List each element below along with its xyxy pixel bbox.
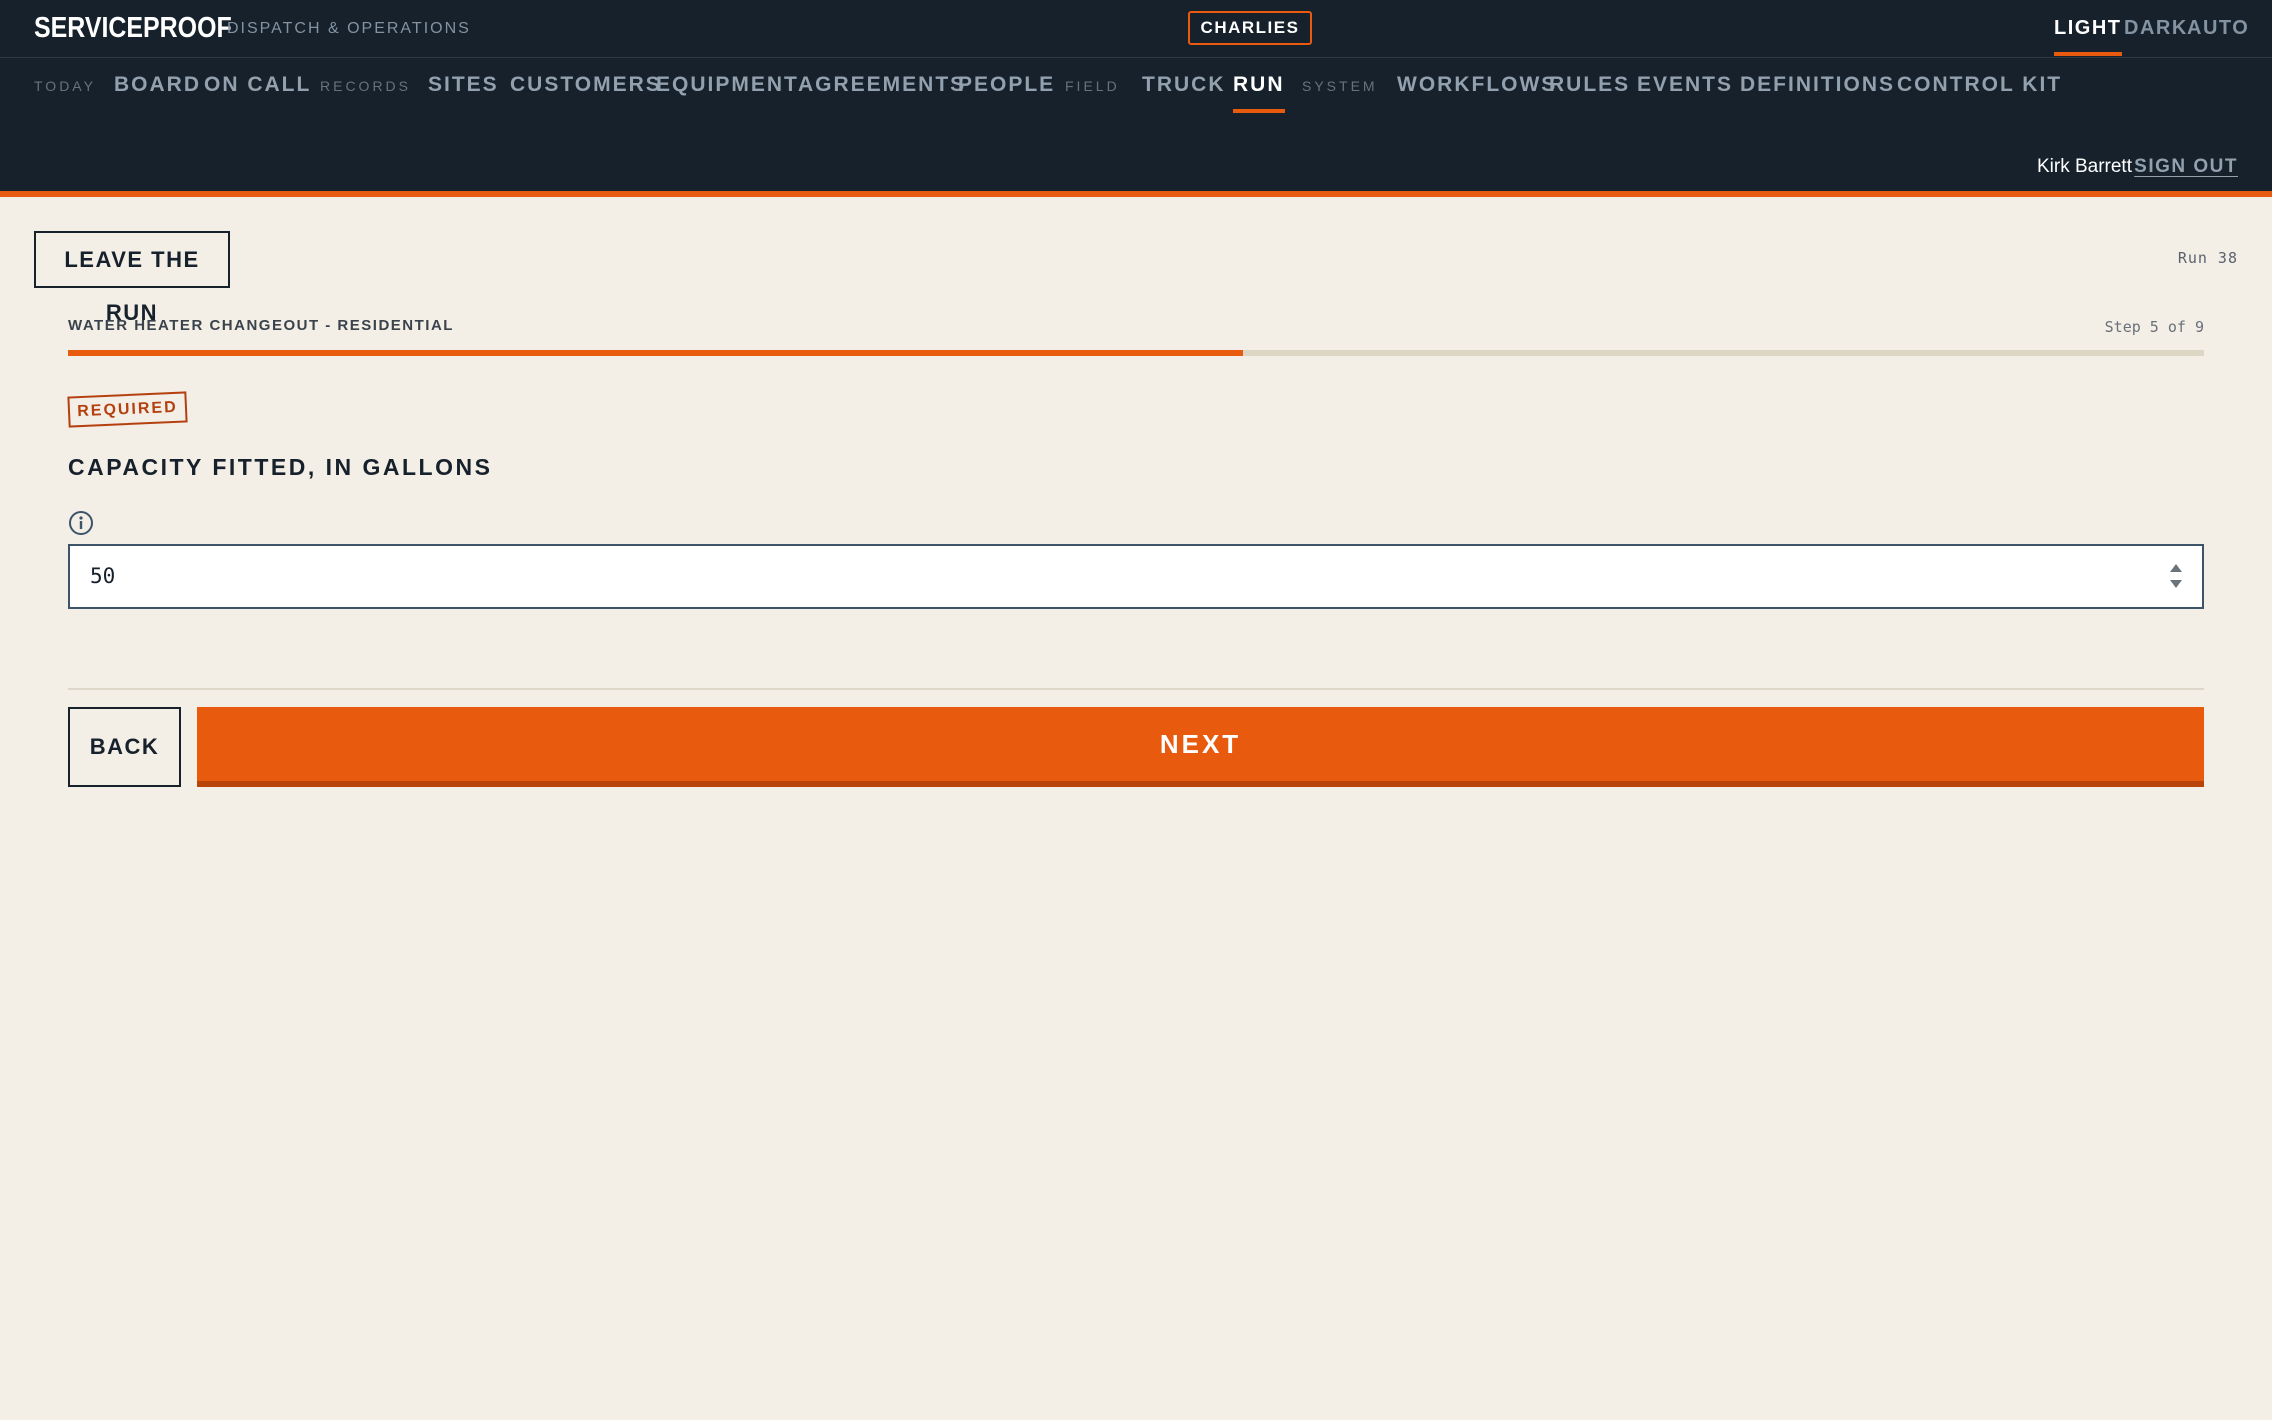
- nav-section-today: TODAY: [34, 78, 96, 94]
- nav-item-sites[interactable]: SITES: [428, 68, 499, 102]
- capacity-value[interactable]: 50: [90, 546, 115, 606]
- capacity-number-input[interactable]: 50: [68, 544, 2204, 609]
- brand-logo[interactable]: SERVICEPROOF: [34, 10, 232, 46]
- tenant-badge[interactable]: CHARLIES: [1188, 11, 1312, 45]
- nav-item-agreements[interactable]: AGREEMENTS: [798, 68, 966, 102]
- nav-item-on-call[interactable]: ON CALL: [204, 68, 311, 102]
- theme-auto-toggle[interactable]: AUTO: [2187, 14, 2249, 42]
- header-divider: [0, 57, 2272, 58]
- theme-dark-toggle[interactable]: DARK: [2124, 14, 2188, 42]
- run-id: Run 38: [2177, 249, 2238, 267]
- next-button[interactable]: NEXT: [197, 707, 2204, 787]
- nav-section-records: RECORDS: [320, 78, 412, 94]
- nav-item-run[interactable]: RUN: [1233, 68, 1285, 113]
- nav-item-truck[interactable]: TRUCK: [1142, 68, 1226, 102]
- top-bar: SERVICEPROOF DISPATCH & OPERATIONS CHARL…: [0, 0, 2272, 197]
- workflow-name: WATER HEATER CHANGEOUT - RESIDENTIAL: [68, 317, 454, 334]
- info-icon[interactable]: [68, 510, 94, 536]
- nav-item-control-kit[interactable]: CONTROL KIT: [1897, 68, 2062, 102]
- nav-item-people[interactable]: PEOPLE: [958, 68, 1055, 102]
- nav-item-equipment[interactable]: EQUIPMENT: [656, 68, 799, 102]
- nav-section-system: SYSTEM: [1302, 78, 1378, 94]
- required-badge: REQUIRED: [67, 391, 188, 428]
- step-progress-fill: [68, 350, 1243, 356]
- sign-out-link[interactable]: SIGN OUT: [2134, 156, 2238, 178]
- brand-subtitle: DISPATCH & OPERATIONS: [227, 20, 471, 37]
- nav-item-customers[interactable]: CUSTOMERS: [510, 68, 662, 102]
- nav-item-workflows[interactable]: WORKFLOWS: [1397, 68, 1557, 102]
- nav-item-rules[interactable]: RULES: [1549, 68, 1630, 102]
- leave-run-button[interactable]: LEAVE THE RUN: [34, 231, 230, 325]
- step-progress-bar: [68, 350, 2204, 356]
- nav-item-board[interactable]: BOARD: [114, 68, 201, 102]
- back-button[interactable]: BACK: [68, 707, 181, 787]
- user-name: Kirk Barrett: [2036, 156, 2132, 177]
- theme-light-toggle[interactable]: LIGHT: [2054, 14, 2122, 56]
- step-counter: Step 5 of 9: [2104, 318, 2204, 336]
- nav-item-definitions[interactable]: DEFINITIONS: [1740, 68, 1895, 102]
- question-label: CAPACITY FITTED, IN GALLONS: [68, 454, 493, 480]
- nav-section-field: FIELD: [1065, 78, 1120, 94]
- number-stepper-icon[interactable]: [2168, 560, 2184, 592]
- actions-divider: [68, 688, 2204, 690]
- main-nav: TODAY BOARD ON CALL RECORDS SITES CUSTOM…: [0, 68, 2272, 113]
- nav-item-events[interactable]: EVENTS: [1637, 68, 1733, 102]
